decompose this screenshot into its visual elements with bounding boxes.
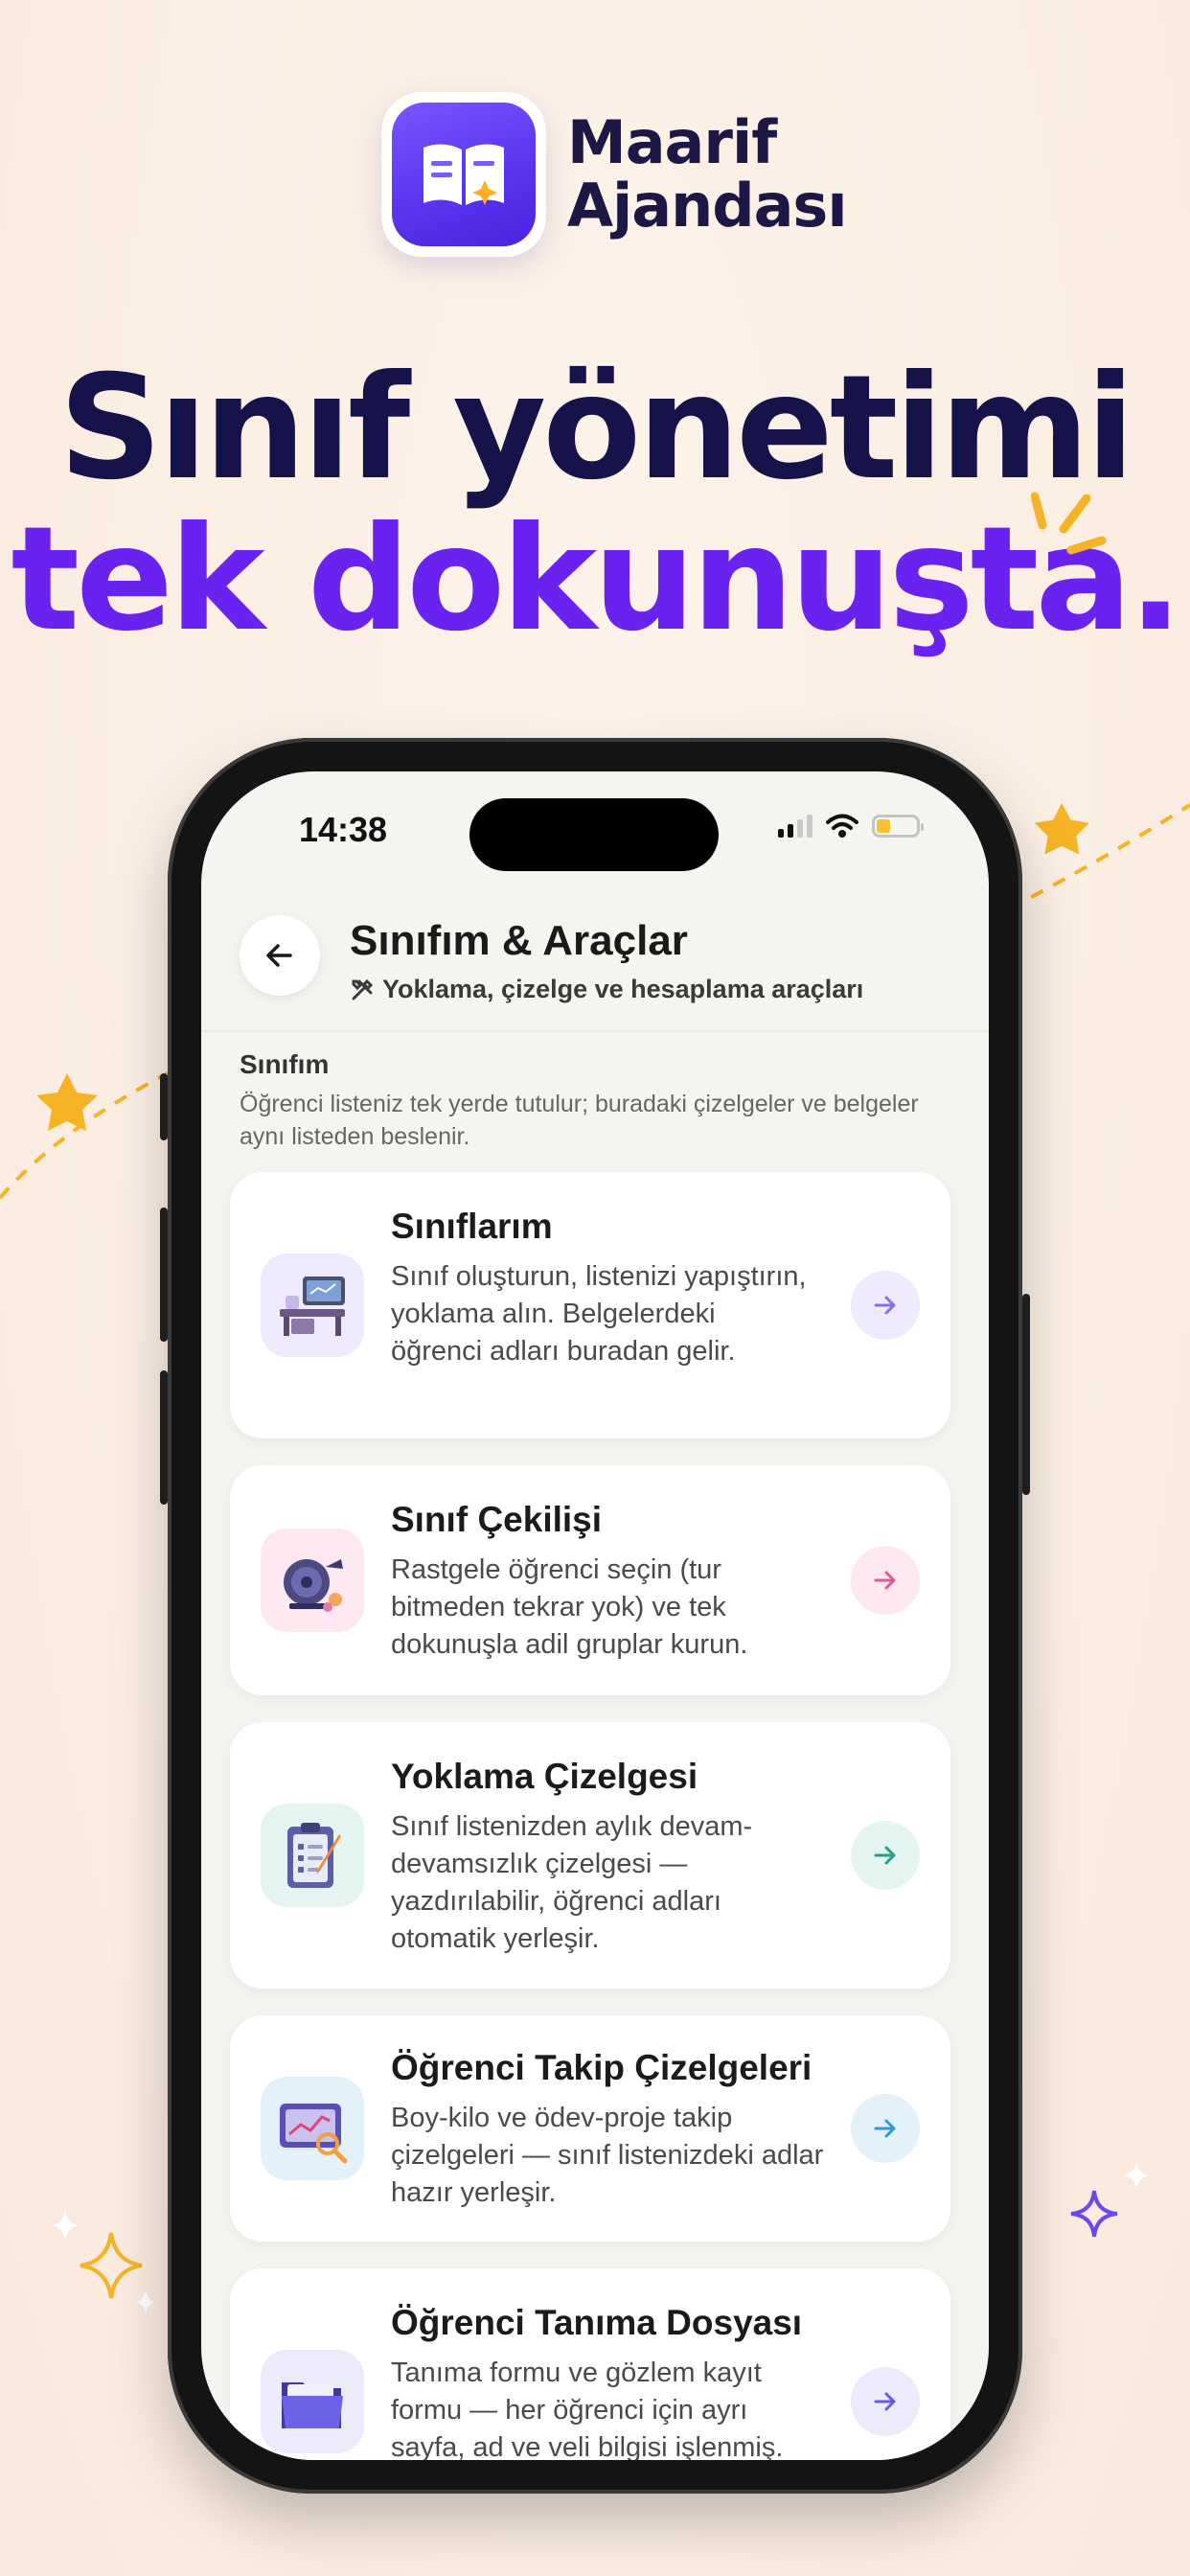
arrow-right-icon bbox=[874, 1846, 896, 1865]
card-ogrenci-takip-cizelgeleri[interactable]: Öğrenci Takip Çizelgeleri Boy-kilo ve öd… bbox=[230, 2015, 950, 2242]
card-siniflarim[interactable]: Sınıflarım Sınıf oluşturun, listenizi ya… bbox=[230, 1172, 950, 1438]
headline-line2: tek dokunuşta. bbox=[11, 496, 1182, 663]
card-sinif-cekilisi[interactable]: Sınıf Çekilişi Rastgele öğrenci seçin (t… bbox=[230, 1465, 950, 1695]
classroom-desk-icon bbox=[261, 1254, 364, 1357]
headline-line1: Sınıf yönetimi bbox=[58, 345, 1134, 512]
phone-volume-down bbox=[160, 1370, 168, 1505]
arrow-right-icon bbox=[874, 1296, 896, 1315]
clipboard-icon bbox=[261, 1804, 364, 1907]
chart-screen-icon bbox=[261, 2077, 364, 2180]
back-button[interactable] bbox=[240, 915, 320, 996]
arrow-right-icon bbox=[874, 2392, 896, 2411]
card-yoklama-cizelgesi[interactable]: Yoklama Çizelgesi Sınıf listenizden aylı… bbox=[230, 1722, 950, 1989]
tools-icon bbox=[352, 978, 374, 1000]
card-description: Sınıf listenizden aylık devam-devamsızlı… bbox=[391, 1811, 753, 1954]
card-ogrenci-tanima-dosyasi[interactable]: Öğrenci Tanıma Dosyası Tanıma formu ve g… bbox=[230, 2268, 950, 2460]
phone-frame: 14:38 Sınıfım & Araçlar Yoklama, çizelge… bbox=[160, 738, 1030, 2494]
brand-name-line2: Ajandası bbox=[567, 171, 848, 241]
phone-power-button bbox=[1022, 1294, 1030, 1495]
card-title: Yoklama Çizelgesi bbox=[391, 1757, 698, 1796]
status-bar: 14:38 bbox=[201, 771, 989, 896]
card-title: Öğrenci Takip Çizelgeleri bbox=[391, 2048, 812, 2087]
card-title: Sınıf Çekilişi bbox=[391, 1500, 603, 1539]
card-description: Rastgele öğrenci seçin (tur bitmeden tek… bbox=[391, 1554, 748, 1660]
card-title: Öğrenci Tanıma Dosyası bbox=[391, 2303, 803, 2342]
card-description: Boy-kilo ve ödev-proje takip çizelgeleri… bbox=[391, 2103, 824, 2208]
brand-lockup: Maarif Ajandası bbox=[381, 92, 848, 257]
cellular-signal-icon bbox=[778, 815, 812, 838]
card-description: Sınıf oluşturun, listenizi yapıştırın, y… bbox=[391, 1261, 807, 1367]
page-title: Sınıfım & Araçlar bbox=[350, 917, 688, 964]
phone-screen: 14:38 Sınıfım & Araçlar Yoklama, çizelge… bbox=[201, 771, 989, 2460]
card-arrow-button[interactable] bbox=[851, 1546, 920, 1615]
card-arrow-button[interactable] bbox=[851, 1271, 920, 1340]
card-arrow-button[interactable] bbox=[851, 2367, 920, 2436]
brand-name-line1: Maarif bbox=[567, 107, 777, 177]
phone-mute-switch bbox=[160, 1073, 168, 1140]
open-book-icon bbox=[423, 144, 504, 205]
dynamic-island bbox=[469, 798, 719, 871]
sparkles-left-icon bbox=[52, 2210, 155, 2313]
card-arrow-button[interactable] bbox=[851, 1821, 920, 1890]
page-subtitle: Yoklama, çizelge ve hesaplama araçları bbox=[350, 975, 863, 1004]
page-subtitle-text: Yoklama, çizelge ve hesaplama araçları bbox=[382, 975, 864, 1003]
card-title: Sınıflarım bbox=[391, 1207, 553, 1246]
battery-icon bbox=[872, 815, 924, 838]
sparkle-lines-icon bbox=[1031, 492, 1107, 555]
brand-name: Maarif Ajandası bbox=[567, 107, 848, 241]
star-trail-left bbox=[0, 1071, 169, 1200]
section-title: Sınıfım bbox=[240, 1049, 330, 1079]
phone-volume-up bbox=[160, 1208, 168, 1342]
arrow-left-icon bbox=[266, 944, 292, 967]
arrow-right-icon bbox=[874, 1571, 896, 1590]
card-arrow-button[interactable] bbox=[851, 2094, 920, 2163]
folder-icon bbox=[261, 2350, 364, 2453]
status-time: 14:38 bbox=[299, 810, 388, 849]
status-icons bbox=[778, 814, 924, 839]
app-icon bbox=[381, 92, 546, 257]
screen-header: Sınıfım & Araçlar Yoklama, çizelge ve he… bbox=[201, 896, 989, 1032]
card-description: Tanıma formu ve gözlem kayıt formu — her… bbox=[391, 2358, 784, 2460]
sparkles-right-icon bbox=[1070, 2162, 1150, 2238]
wifi-icon bbox=[826, 814, 858, 838]
section-description: Öğrenci listeniz tek yerde tutulur; bura… bbox=[240, 1091, 919, 1150]
arrow-right-icon bbox=[874, 2119, 896, 2138]
raffle-drum-icon bbox=[261, 1529, 364, 1632]
